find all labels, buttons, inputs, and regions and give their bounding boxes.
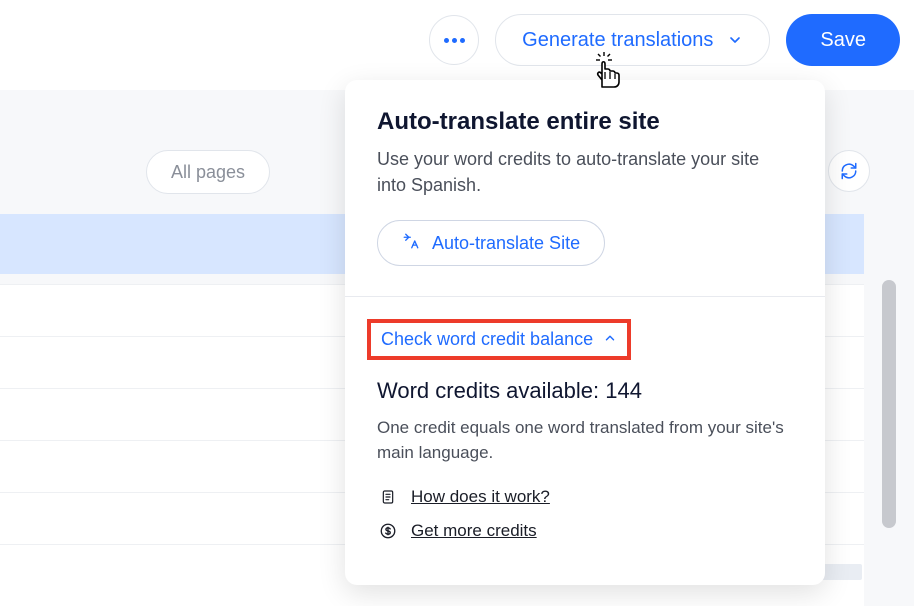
scrollbar-thumb[interactable] [882, 280, 896, 528]
translate-icon [402, 232, 420, 255]
all-pages-dropdown[interactable]: All pages [146, 150, 270, 194]
check-credit-balance-label: Check word credit balance [381, 329, 593, 350]
chevron-down-icon [727, 32, 743, 48]
translations-dropdown-panel: Auto-translate entire site Use your word… [345, 80, 825, 585]
credits-available-value: 144 [605, 378, 642, 403]
refresh-button[interactable] [828, 150, 870, 192]
all-pages-label: All pages [171, 162, 245, 183]
credit-balance-toggle-highlight: Check word credit balance [367, 319, 631, 360]
auto-translate-site-button[interactable]: Auto-translate Site [377, 220, 605, 266]
chevron-up-icon [603, 329, 617, 350]
scrollbar[interactable] [882, 280, 896, 528]
save-label: Save [820, 29, 866, 51]
refresh-icon [840, 162, 858, 180]
credits-available-prefix: Word credits available: [377, 378, 605, 403]
dropdown-description: Use your word credits to auto-translate … [377, 146, 793, 198]
save-button[interactable]: Save [786, 14, 900, 66]
check-credit-balance-toggle[interactable]: Check word credit balance [381, 329, 617, 350]
auto-translate-label: Auto-translate Site [432, 233, 580, 254]
dollar-circle-icon [377, 522, 399, 540]
document-icon [377, 488, 399, 506]
top-toolbar: Generate translations Save [429, 14, 914, 66]
how-does-it-work-label: How does it work? [411, 487, 550, 507]
generate-translations-label: Generate translations [522, 29, 713, 52]
get-more-credits-label: Get more credits [411, 521, 537, 541]
dropdown-title: Auto-translate entire site [377, 108, 793, 136]
ellipsis-icon [444, 38, 465, 43]
get-more-credits-link[interactable]: Get more credits [377, 521, 793, 541]
how-does-it-work-link[interactable]: How does it work? [377, 487, 793, 507]
credits-description: One credit equals one word translated fr… [377, 416, 793, 465]
generate-translations-button[interactable]: Generate translations [495, 14, 770, 66]
credits-available: Word credits available: 144 [377, 378, 793, 404]
more-options-button[interactable] [429, 15, 479, 65]
